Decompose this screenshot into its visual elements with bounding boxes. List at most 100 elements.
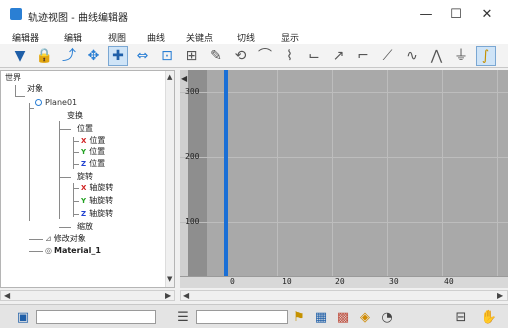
x-axis-icon: X — [81, 184, 87, 192]
menu-show[interactable]: 显示 — [281, 31, 299, 44]
status-bar: ▣ ☰ ⚑ ▦ ▩ ◈ ◔ ⊟ ✋ — [0, 304, 508, 328]
time-icon[interactable]: ◔ — [378, 308, 396, 326]
scale-keys-icon[interactable]: ⊡ — [157, 46, 177, 66]
slide-keys-icon[interactable]: ⇔ — [133, 46, 153, 66]
zoom-value-icon[interactable]: ◈ — [356, 308, 374, 326]
tree-item-objects[interactable]: 对象 — [27, 84, 43, 94]
tree-item-position-x[interactable]: X 位置 — [81, 136, 105, 146]
tree-item-rotation-z-label: 轴旋转 — [89, 209, 114, 218]
scroll-right-icon[interactable]: ▶ — [165, 290, 171, 301]
menu-bar: 编辑器 编辑 视图 曲线 关键点 切线 显示 — [0, 30, 508, 44]
snap-icon[interactable]: ⤴ — [59, 46, 79, 66]
tree-vertical-scrollbar[interactable]: ▲ ▼ — [165, 71, 174, 287]
tree-item-scale[interactable]: 缩放 — [77, 222, 93, 232]
tangent-step-icon[interactable]: ⌐ — [353, 46, 373, 66]
reduce-keys-icon[interactable]: ⟲ — [231, 46, 251, 66]
x-tick-label: 40 — [444, 277, 454, 286]
scroll-up-icon[interactable]: ▲ — [167, 73, 172, 81]
controller-tree: 世界 对象 Plane01 变换 位置 X 位置 Y 位置 Z 位置 旋转 X 轴旋转 … — [0, 70, 175, 288]
menu-keys[interactable]: 关键点 — [186, 31, 213, 44]
window-title: 轨迹视图 - 曲线编辑器 — [28, 13, 128, 24]
collapse-arrow-icon[interactable]: ◀ — [181, 74, 187, 83]
x-tick-label: 30 — [389, 277, 399, 286]
tree-item-position-y[interactable]: Y 位置 — [81, 147, 105, 157]
tree-item-position[interactable]: 位置 — [77, 124, 93, 134]
tree-item-transform[interactable]: 变换 — [67, 111, 83, 121]
tree-item-position-z-label: 位置 — [89, 159, 106, 168]
tree-item-rotation-x-label: 轴旋转 — [89, 183, 114, 192]
lock-icon[interactable]: 🔒 — [35, 46, 55, 66]
show-tangents-icon[interactable]: ∫ — [475, 46, 496, 66]
scroll-down-icon[interactable]: ▼ — [167, 275, 172, 283]
modifier-icon: ⊿ — [45, 234, 52, 243]
move-keys-vertical-icon[interactable]: ✚ — [108, 46, 128, 66]
tree-horizontal-scrollbar[interactable]: ◀ ▶ — [0, 290, 175, 301]
x-tick-label: 20 — [335, 277, 345, 286]
tree-item-material[interactable]: ◎ Material_1 — [45, 246, 101, 256]
tangent-slow-icon[interactable]: ↗ — [329, 46, 349, 66]
filters-icon[interactable]: ▼ — [10, 46, 30, 66]
object-icon — [35, 99, 42, 106]
gridline-100 — [180, 222, 508, 223]
tree-item-material-label: Material_1 — [53, 246, 101, 255]
menu-editor[interactable]: 编辑器 — [12, 31, 39, 44]
tree-item-rotation-x[interactable]: X 轴旋转 — [81, 183, 113, 193]
y-axis-icon: Y — [81, 148, 87, 156]
app-icon — [10, 8, 22, 20]
draw-curves-icon[interactable]: ✎ — [206, 46, 226, 66]
list-icon[interactable]: ☰ — [174, 308, 192, 326]
tree-item-rotation[interactable]: 旋转 — [77, 172, 93, 182]
tree-item-rotation-y[interactable]: Y 轴旋转 — [81, 196, 113, 206]
z-axis-icon: Z — [81, 210, 87, 218]
gridline-x30 — [332, 70, 333, 288]
curve-graph[interactable]: ◀ 300 200 100 0 10 20 30 40 — [180, 70, 508, 288]
title-bar: 轨迹视图 - 曲线编辑器 — ☐ ✕ — [0, 0, 508, 30]
y-tick-label: 300 — [185, 87, 200, 96]
y-axis-icon: Y — [81, 197, 87, 205]
menu-view[interactable]: 视图 — [108, 31, 126, 44]
key-value-field[interactable] — [196, 310, 288, 324]
filter-selected-icon[interactable]: ⚑ — [290, 308, 308, 326]
break-tangents-icon[interactable]: ⋀ — [427, 46, 447, 66]
close-button[interactable]: ✕ — [468, 2, 506, 28]
y-tick-label: 100 — [185, 217, 200, 226]
scroll-left-icon[interactable]: ◀ — [4, 290, 10, 301]
time-slider[interactable] — [224, 70, 228, 280]
scroll-left-icon[interactable]: ◀ — [183, 290, 189, 301]
framing-icon[interactable]: ⊟ — [452, 308, 470, 326]
pan-icon[interactable]: ✋ — [480, 308, 498, 326]
track-selection-icon[interactable]: ▣ — [14, 308, 32, 326]
gridline-x60 — [497, 70, 498, 288]
selection-name-field[interactable] — [36, 310, 156, 324]
menu-curves[interactable]: 曲线 — [147, 31, 165, 44]
tree-item-position-y-label: 位置 — [89, 147, 106, 156]
z-axis-icon: Z — [81, 160, 87, 168]
graph-horizontal-scrollbar[interactable]: ◀ ▶ — [180, 290, 508, 301]
tree-item-plane-label: Plane01 — [45, 98, 78, 107]
tree-item-rotation-y-label: 轴旋转 — [89, 196, 114, 205]
tangent-smooth-icon[interactable]: ∿ — [402, 46, 422, 66]
unify-tangents-icon[interactable]: ⏚ — [451, 46, 471, 66]
menu-tangents[interactable]: 切线 — [237, 31, 255, 44]
zoom-icon[interactable]: ▦ — [312, 308, 330, 326]
tangent-fast-icon[interactable]: ⌙ — [304, 46, 324, 66]
tree-item-plane[interactable]: Plane01 — [35, 98, 77, 108]
frame-all-icon[interactable]: ▩ — [334, 308, 352, 326]
tangent-custom-icon[interactable]: ⌇ — [280, 46, 300, 66]
gridline-300 — [180, 92, 508, 93]
tangent-linear-icon[interactable]: ⟋ — [378, 46, 398, 66]
gridline-x50 — [442, 70, 443, 288]
tree-item-modified-object[interactable]: ⊿ 修改对象 — [45, 234, 86, 244]
tangent-auto-icon[interactable]: ⌒ — [255, 46, 275, 66]
gridline-x20 — [277, 70, 278, 288]
tree-item-world[interactable]: 世界 — [5, 73, 21, 83]
menu-edit[interactable]: 编辑 — [64, 31, 82, 44]
scroll-right-icon[interactable]: ▶ — [497, 290, 503, 301]
x-tick-label: 10 — [282, 277, 292, 286]
scale-values-icon[interactable]: ⊞ — [182, 46, 202, 66]
move-keys-icon[interactable]: ✥ — [84, 46, 104, 66]
x-axis-icon: X — [81, 137, 87, 145]
x-tick-label: 0 — [230, 277, 235, 286]
tree-item-rotation-z[interactable]: Z 轴旋转 — [81, 209, 113, 219]
tree-item-position-z[interactable]: Z 位置 — [81, 159, 105, 169]
